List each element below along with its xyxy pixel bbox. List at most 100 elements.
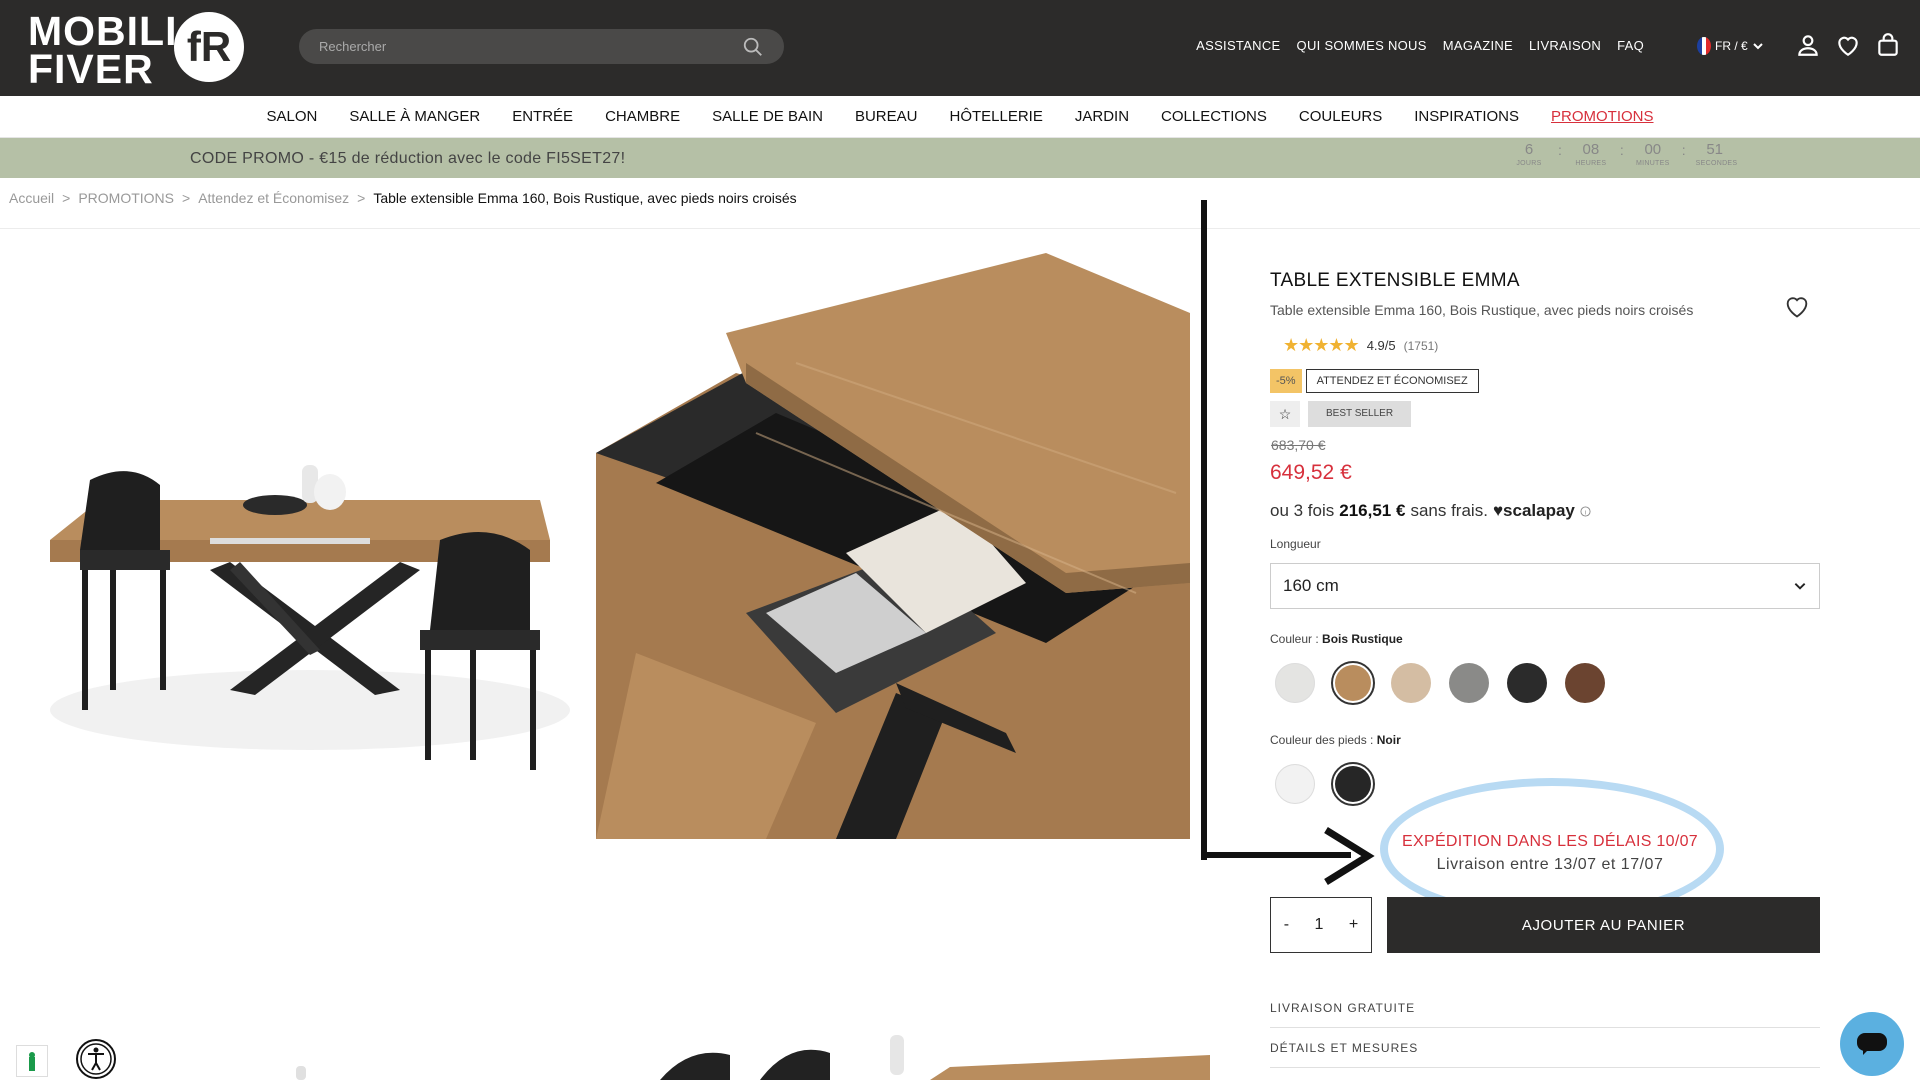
leg-color-swatches (1273, 762, 1375, 806)
link-about[interactable]: QUI SOMMES NOUS (1297, 38, 1427, 53)
nav-salle-de-bain[interactable]: SALLE DE BAIN (696, 108, 839, 125)
color-value: Bois Rustique (1322, 632, 1403, 646)
language-selector[interactable]: FR / € (1697, 37, 1764, 55)
legs-label: Couleur des pieds : Noir (1270, 733, 1401, 747)
info-icon[interactable]: i (1580, 505, 1591, 517)
color-swatch[interactable] (1389, 661, 1433, 705)
countdown-timer: 6 JOURS : 08 HEURES : 00 MINUTES : 51 SECOND… (1510, 141, 1737, 168)
logo-line-2: FIVER (28, 46, 154, 92)
product-image-thumb-1[interactable] (200, 1010, 560, 1080)
qty-plus-button[interactable]: + (1349, 916, 1358, 934)
color-swatch[interactable] (1563, 661, 1607, 705)
chevron-down-icon (1794, 583, 1806, 590)
color-swatch[interactable] (1331, 661, 1375, 705)
promo-text: CODE PROMO - €15 de réduction avec le co… (190, 150, 626, 167)
star-icon: ☆ (1270, 401, 1300, 427)
breadcrumb-current: Table extensible Emma 160, Bois Rustique… (373, 190, 797, 206)
installment-amount: 216,51 € (1339, 501, 1406, 520)
logo-line-1: MOBILI (28, 8, 178, 54)
product-image-main[interactable] (20, 250, 580, 810)
link-magazine[interactable]: MAGAZINE (1443, 38, 1513, 53)
qty-minus-button[interactable]: - (1284, 916, 1289, 934)
product-image-thumb-2[interactable] (650, 1025, 1210, 1080)
accordion-livraison[interactable]: LIVRAISON GRATUITE (1270, 1001, 1415, 1015)
attend-badge: ATTENDEZ ET ÉCONOMISEZ (1305, 369, 1479, 393)
accordion-details[interactable]: DÉTAILS ET MESURES (1270, 1041, 1418, 1055)
heart-icon[interactable] (1835, 32, 1861, 58)
product-info: TABLE EXTENSIBLE EMMA Table extensible E… (1270, 270, 1820, 318)
leg-color-swatch[interactable] (1273, 762, 1317, 806)
rating-score: 4.9/5 (1366, 338, 1396, 353)
best-seller-badge: BEST SELLER (1308, 401, 1412, 427)
nav-jardin[interactable]: JARDIN (1059, 108, 1145, 125)
length-label: Longueur (1270, 537, 1321, 551)
link-assistance[interactable]: ASSISTANCE (1196, 38, 1280, 53)
search-icon[interactable] (742, 36, 764, 58)
installment-suffix: sans frais. (1410, 501, 1488, 520)
nav-salle-a-manger[interactable]: SALLE À MANGER (333, 108, 496, 125)
shipping-date: EXPÉDITION DANS LES DÉLAIS 10/07 (1402, 833, 1698, 850)
nav-promotions[interactable]: PROMOTIONS (1535, 108, 1670, 125)
bag-icon[interactable] (1875, 32, 1901, 58)
length-select[interactable]: 160 cm (1270, 563, 1820, 609)
nav-hotellerie[interactable]: HÔTELLERIE (933, 108, 1058, 125)
countdown-hours: 08 HEURES (1575, 141, 1607, 168)
chat-icon (1857, 1033, 1887, 1055)
product-badges-2: ☆ BEST SELLER (1270, 401, 1412, 427)
flag-icon (1697, 37, 1711, 55)
nav-couleurs[interactable]: COULEURS (1283, 108, 1398, 125)
nav-inspirations[interactable]: INSPIRATIONS (1398, 108, 1535, 125)
legs-value: Noir (1376, 733, 1401, 747)
rating-count: (1751) (1403, 338, 1439, 353)
nav-chambre[interactable]: CHAMBRE (589, 108, 696, 125)
countdown-days: 6 JOURS (1516, 141, 1542, 168)
leg-color-swatch[interactable] (1331, 762, 1375, 806)
color-label: Couleur : Bois Rustique (1270, 632, 1403, 646)
chat-button[interactable] (1840, 1012, 1904, 1076)
user-icon[interactable] (1795, 32, 1821, 58)
annotation-arrow-head (1324, 827, 1375, 885)
scalapay-logo: ♥scalapay (1492, 501, 1575, 520)
rating-stars-icon: ★★★★★ (1283, 335, 1360, 355)
product-rating[interactable]: ★★★★★ 4.9/5 (1751) (1283, 335, 1438, 356)
product-subtitle: Table extensible Emma 160, Bois Rustique… (1270, 302, 1694, 318)
cookie-icon (29, 1052, 35, 1071)
logo[interactable]: MOBILI FIVER fR (28, 8, 258, 92)
quantity-stepper[interactable]: - 1 + (1270, 897, 1372, 953)
svg-text:i: i (1585, 509, 1586, 516)
length-value: 160 cm (1283, 576, 1339, 595)
top-links: ASSISTANCE QUI SOMMES NOUS MAGAZINE LIVR… (1196, 38, 1644, 53)
add-to-cart-button[interactable]: AJOUTER AU PANIER (1387, 897, 1820, 953)
color-swatch[interactable] (1505, 661, 1549, 705)
top-header: MOBILI FIVER fR Rechercher ASSISTANCE QU… (0, 0, 1920, 96)
color-swatch[interactable] (1273, 661, 1317, 705)
nav-bureau[interactable]: BUREAU (839, 108, 934, 125)
language-label: FR / € (1715, 39, 1748, 53)
delivery-window: Livraison entre 13/07 et 17/07 (1436, 856, 1664, 873)
annotation-arrow-line (1201, 200, 1207, 860)
search-input[interactable]: Rechercher (299, 29, 784, 64)
product-image-detail[interactable] (596, 253, 1190, 839)
nav-collections[interactable]: COLLECTIONS (1145, 108, 1283, 125)
nav-salon[interactable]: SALON (250, 108, 333, 125)
product-badges: -5% ATTENDEZ ET ÉCONOMISEZ (1270, 369, 1479, 393)
color-swatches (1273, 661, 1607, 705)
current-price: 649,52 € (1270, 461, 1352, 484)
nav-entree[interactable]: ENTRÉE (496, 108, 589, 125)
qty-value[interactable]: 1 (1315, 916, 1324, 934)
divider (0, 228, 1920, 229)
breadcrumb-promotions[interactable]: PROMOTIONS (78, 190, 174, 206)
wishlist-heart-icon[interactable] (1782, 292, 1812, 320)
old-price: 683,70 € (1271, 437, 1326, 453)
divider (1270, 1027, 1820, 1028)
breadcrumb-attendez[interactable]: Attendez et Économisez (198, 190, 349, 206)
cookie-settings-button[interactable] (16, 1045, 48, 1077)
divider (1270, 1067, 1820, 1068)
color-swatch[interactable] (1447, 661, 1491, 705)
link-faq[interactable]: FAQ (1617, 38, 1644, 53)
accessibility-icon[interactable] (75, 1038, 117, 1080)
breadcrumb-home[interactable]: Accueil (9, 190, 54, 206)
installment-info: ou 3 fois 216,51 € sans frais. ♥scalapay… (1270, 501, 1591, 521)
main-nav: SALON SALLE À MANGER ENTRÉE CHAMBRE SALL… (0, 96, 1920, 138)
link-livraison[interactable]: LIVRAISON (1529, 38, 1601, 53)
